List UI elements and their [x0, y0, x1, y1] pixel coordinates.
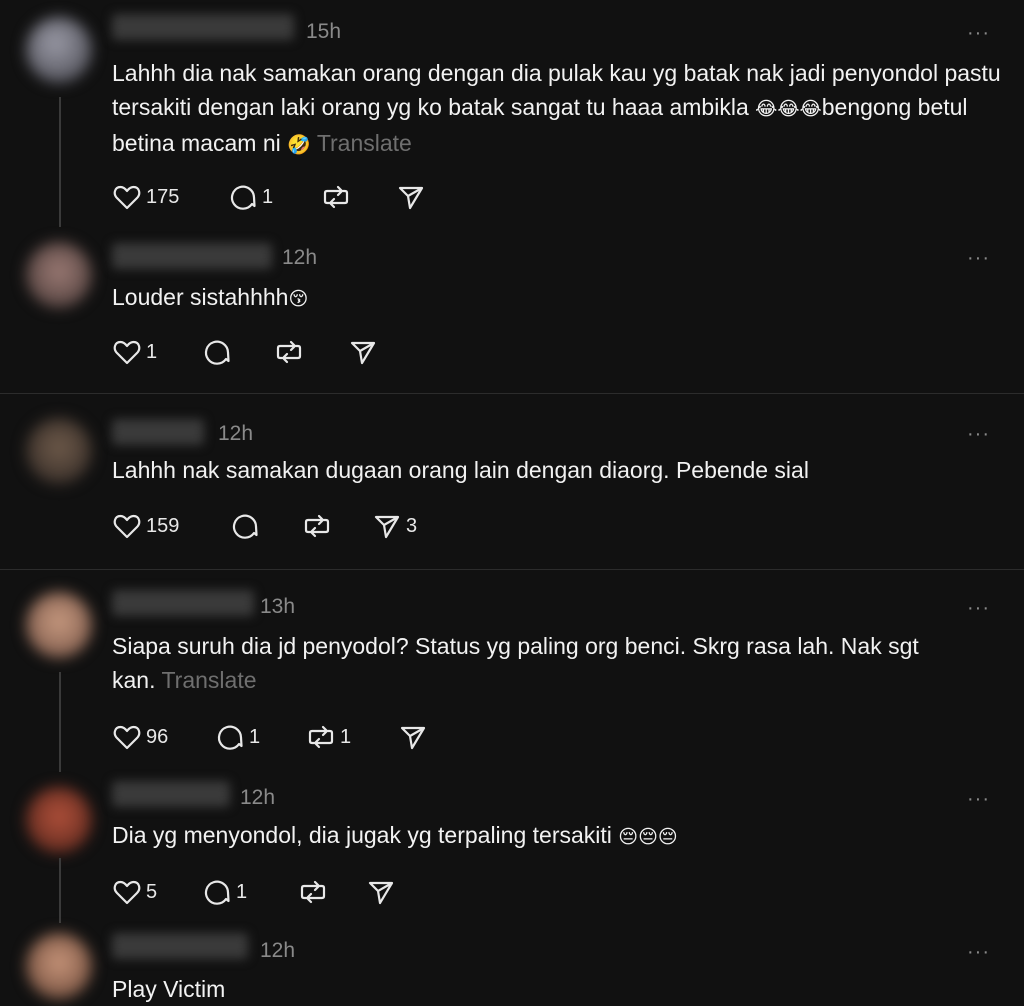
repost-icon — [323, 185, 349, 209]
kissing-emoji: 😚 — [288, 288, 309, 310]
username-blurred[interactable] — [112, 243, 272, 269]
repost-button[interactable]: 1 — [306, 722, 351, 752]
reply-text: Lahhh nak samakan dugaan orang lain deng… — [112, 453, 1002, 487]
heart-icon — [113, 880, 141, 905]
timestamp: 15h — [306, 20, 342, 43]
avatar[interactable] — [26, 418, 92, 484]
like-count: 175 — [146, 185, 180, 208]
comment-count: 1 — [249, 725, 261, 748]
reply-text-body: Dia yg menyondol, dia jugak yg terpaling… — [112, 822, 619, 848]
timestamp: 13h — [260, 595, 296, 618]
username-blurred[interactable] — [112, 590, 254, 616]
more-options-icon[interactable]: ··· — [967, 423, 990, 446]
thread-line — [59, 97, 61, 227]
translate-link[interactable]: Translate — [317, 130, 412, 156]
share-button[interactable] — [348, 337, 382, 367]
like-count: 5 — [146, 880, 158, 903]
thread-line — [59, 672, 61, 772]
username-blurred[interactable] — [112, 933, 248, 959]
timestamp: 12h — [218, 422, 254, 445]
repost-count: 1 — [340, 725, 352, 748]
share-button[interactable] — [398, 722, 432, 752]
heart-icon — [113, 185, 141, 210]
reply-item: 15h ··· Lahhh dia nak samakan orang deng… — [0, 0, 1024, 230]
reply-item: 12h ··· Dia yg menyondol, dia jugak yg t… — [0, 775, 1024, 925]
comment-count: 1 — [262, 185, 274, 208]
like-count: 96 — [146, 725, 169, 748]
reply-item: 12h ··· Lahhh nak samakan dugaan orang l… — [0, 394, 1024, 569]
share-icon — [400, 726, 426, 750]
translate-link[interactable]: Translate — [161, 667, 256, 693]
more-options-icon[interactable]: ··· — [967, 22, 990, 45]
tears-of-joy-emoji: 😂😂😂 — [755, 98, 822, 120]
reply-item: 13h ··· Siapa suruh dia jd penyodol? Sta… — [0, 570, 1024, 775]
comment-button[interactable]: 1 — [202, 877, 247, 907]
share-button[interactable]: 3 — [372, 511, 417, 541]
avatar[interactable] — [26, 592, 92, 658]
comment-icon — [204, 340, 230, 365]
reply-text: Dia yg menyondol, dia jugak yg terpaling… — [112, 818, 1002, 854]
timestamp: 12h — [240, 786, 276, 809]
avatar[interactable] — [26, 242, 92, 308]
heart-icon — [113, 725, 141, 750]
share-icon — [350, 341, 376, 365]
share-icon — [374, 515, 400, 539]
comment-button[interactable] — [202, 337, 236, 367]
repost-button[interactable] — [298, 877, 332, 907]
repost-button[interactable] — [302, 511, 336, 541]
comment-button[interactable] — [230, 511, 264, 541]
comment-icon — [230, 185, 256, 210]
heart-icon — [113, 514, 141, 539]
reply-text-body: Louder sistahhhh — [112, 284, 289, 310]
timestamp: 12h — [282, 246, 318, 269]
like-button[interactable]: 1 — [112, 337, 157, 367]
reply-text: Siapa suruh dia jd penyodol? Status yg p… — [112, 629, 1002, 697]
comment-button[interactable]: 1 — [228, 182, 273, 212]
username-blurred[interactable] — [112, 14, 294, 40]
rolling-laughing-emoji: 🤣 — [287, 134, 311, 156]
repost-icon — [308, 725, 334, 749]
comment-button[interactable]: 1 — [215, 722, 260, 752]
avatar[interactable] — [26, 17, 92, 83]
like-count: 159 — [146, 514, 180, 537]
like-button[interactable]: 175 — [112, 182, 179, 212]
reply-text: Louder sistahhhh😚 — [112, 280, 1002, 316]
repost-button[interactable] — [274, 337, 308, 367]
share-icon — [368, 881, 394, 905]
reply-item: 12h ··· Louder sistahhhh😚 1 — [0, 230, 1024, 393]
share-count: 3 — [406, 514, 418, 537]
avatar[interactable] — [26, 933, 92, 999]
repost-button[interactable] — [321, 182, 355, 212]
reply-text-body: Play Victim — [112, 976, 226, 1002]
reply-text: Lahhh dia nak samakan orang dengan dia p… — [112, 56, 1002, 162]
like-count: 1 — [146, 340, 158, 363]
more-options-icon[interactable]: ··· — [967, 941, 990, 964]
comment-icon — [232, 514, 258, 539]
more-options-icon[interactable]: ··· — [967, 247, 990, 270]
heart-icon — [113, 340, 141, 365]
comment-icon — [204, 880, 230, 905]
username-blurred[interactable] — [112, 419, 204, 445]
comment-count: 1 — [236, 880, 248, 903]
like-button[interactable]: 159 — [112, 511, 179, 541]
timestamp: 12h — [260, 939, 296, 962]
like-button[interactable]: 96 — [112, 722, 168, 752]
reply-item: 12h ··· Play Victim — [0, 925, 1024, 1006]
repost-icon — [300, 880, 326, 904]
repost-icon — [276, 340, 302, 364]
share-button[interactable] — [396, 182, 430, 212]
like-button[interactable]: 5 — [112, 877, 157, 907]
more-options-icon[interactable]: ··· — [967, 597, 990, 620]
share-icon — [398, 186, 424, 210]
share-button[interactable] — [366, 877, 400, 907]
thread-line — [59, 858, 61, 923]
repost-icon — [304, 514, 330, 538]
comment-icon — [217, 725, 243, 750]
more-options-icon[interactable]: ··· — [967, 788, 990, 811]
username-blurred[interactable] — [112, 781, 230, 807]
pensive-emoji: 😔😔😔 — [618, 826, 678, 848]
reply-text-body: Lahhh nak samakan dugaan orang lain deng… — [112, 457, 809, 483]
avatar[interactable] — [26, 787, 92, 853]
reply-text: Play Victim — [112, 972, 1002, 1006]
